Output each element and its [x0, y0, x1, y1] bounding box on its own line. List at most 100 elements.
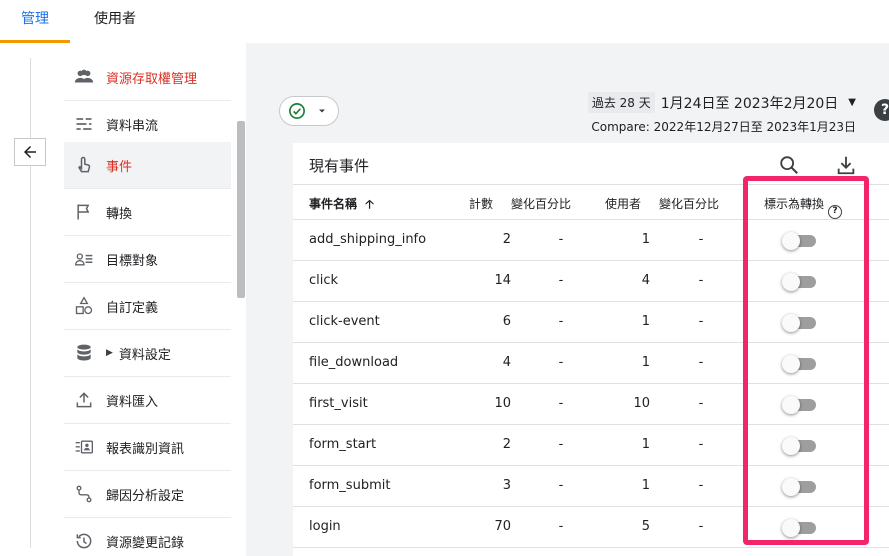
- sidebar-item-label: 自訂定義: [106, 300, 159, 316]
- help-icon[interactable]: ?: [874, 99, 889, 121]
- count-cell: 3: [502, 478, 511, 493]
- sidebar-item-access-management[interactable]: 資源存取權管理: [64, 54, 231, 101]
- column-header-users-change[interactable]: 變化百分比: [659, 195, 719, 212]
- back-button[interactable]: [14, 138, 46, 166]
- sidebar-item-label: 資源變更記錄: [106, 535, 185, 551]
- main-content: 過去 28 天 1月24日至 2023年2月20日 ▼ Compare: 202…: [246, 43, 889, 556]
- sidebar-item-data-streams[interactable]: 資料串流: [64, 101, 231, 148]
- count-change-cell: -: [558, 437, 564, 452]
- event-name-link[interactable]: click-event: [309, 314, 380, 329]
- count-cell: 14: [494, 273, 511, 288]
- table-row: first_visit 10 - 10 -: [293, 384, 889, 425]
- sidebar-item-audiences[interactable]: 目標對象: [64, 236, 231, 283]
- users-cell: 1: [641, 437, 650, 452]
- count-cell: 6: [502, 314, 511, 329]
- conversion-toggle[interactable]: [782, 519, 818, 537]
- card-title: 現有事件: [309, 157, 370, 175]
- count-cell: 70: [494, 519, 511, 534]
- users-cell: 1: [641, 314, 650, 329]
- users-change-cell: -: [698, 437, 704, 452]
- conversion-toggle[interactable]: [782, 437, 818, 455]
- table-row: file_download 4 - 1 -: [293, 343, 889, 384]
- admin-sidebar: 資源存取權管理 資料串流 事件 轉換 目標對象 自訂定義 ▶ 資料設定 資料匯入…: [64, 43, 246, 556]
- sidebar-item-events[interactable]: 事件: [64, 142, 231, 189]
- conversion-toggle[interactable]: [782, 273, 818, 291]
- comparison-status-chip[interactable]: [279, 96, 339, 126]
- search-icon[interactable]: [778, 154, 800, 176]
- help-icon[interactable]: ?: [828, 205, 843, 219]
- table-row: click 14 - 4 -: [293, 261, 889, 302]
- event-name-link[interactable]: click: [309, 273, 338, 288]
- event-name-link[interactable]: form_submit: [309, 478, 390, 493]
- sidebar-item-label: 資料設定: [118, 347, 171, 363]
- users-change-cell: -: [698, 314, 704, 329]
- conversion-toggle[interactable]: [782, 232, 818, 250]
- event-name-link[interactable]: form_start: [309, 437, 376, 452]
- users-cell: 1: [641, 355, 650, 370]
- users-cell: 5: [641, 519, 650, 534]
- column-header-users[interactable]: 使用者: [605, 195, 641, 212]
- sidebar-item-label: 目標對象: [106, 253, 159, 269]
- count-change-cell: -: [558, 355, 564, 370]
- sidebar-item-change-history[interactable]: 資源變更記錄: [64, 518, 231, 556]
- users-change-cell: -: [698, 273, 704, 288]
- conversion-toggle[interactable]: [782, 478, 818, 496]
- sidebar-item-attribution-settings[interactable]: 歸因分析設定: [64, 471, 231, 518]
- sidebar-item-reporting-identity[interactable]: 報表識別資訊: [64, 424, 231, 471]
- tab-admin-label: 管理: [21, 11, 49, 27]
- toggle-knob: [782, 396, 800, 414]
- conversion-toggle[interactable]: [782, 396, 818, 414]
- count-change-cell: -: [558, 519, 564, 534]
- table-row: click-event 6 - 1 -: [293, 302, 889, 343]
- sidebar-item-data-import[interactable]: 資料匯入: [64, 377, 231, 424]
- toggle-knob: [782, 519, 800, 537]
- event-name-link[interactable]: add_shipping_info: [309, 232, 426, 247]
- arrow-up-icon: 🡡: [365, 197, 374, 211]
- table-row: form_submit 3 - 1 -: [293, 466, 889, 507]
- column-header-label: 標示為轉換: [764, 197, 825, 211]
- tab-user-label: 使用者: [94, 11, 136, 27]
- column-header-count[interactable]: 計數: [469, 195, 493, 212]
- column-header-event-name[interactable]: 事件名稱 🡡: [309, 195, 374, 216]
- event-name-link[interactable]: login: [309, 519, 341, 534]
- toggle-knob: [782, 273, 800, 291]
- users-change-cell: -: [698, 478, 704, 493]
- count-change-cell: -: [558, 273, 564, 288]
- sidebar-item-custom-definitions[interactable]: 自訂定義: [64, 283, 231, 330]
- download-icon[interactable]: [835, 154, 857, 176]
- count-change-cell: -: [558, 314, 564, 329]
- toggle-knob: [782, 355, 800, 373]
- column-header-label: 事件名稱: [309, 197, 358, 211]
- sidebar-item-conversions[interactable]: 轉換: [64, 189, 231, 236]
- conversion-toggle[interactable]: [782, 355, 818, 373]
- sidebar-item-label: 資源存取權管理: [106, 71, 198, 87]
- sidebar-item-data-settings[interactable]: ▶ 資料設定: [64, 330, 231, 377]
- tab-user[interactable]: 使用者: [78, 0, 152, 43]
- streams-icon: [72, 112, 96, 136]
- users-cell: 1: [641, 232, 650, 247]
- upload-icon: [72, 388, 96, 412]
- users-change-cell: -: [698, 232, 704, 247]
- users-cell: 10: [633, 396, 650, 411]
- table-row: login 70 - 5 -: [293, 507, 889, 548]
- toggle-knob: [782, 478, 800, 496]
- arrow-left-icon: [24, 146, 36, 158]
- event-name-link[interactable]: first_visit: [309, 396, 368, 411]
- conversion-toggle[interactable]: [782, 314, 818, 332]
- event-name-link[interactable]: file_download: [309, 355, 398, 370]
- tab-admin[interactable]: 管理: [0, 0, 70, 43]
- count-cell: 10: [494, 396, 511, 411]
- compare-range-text: Compare: 2022年12月27日至 2023年1月23日: [591, 120, 856, 134]
- audience-icon: [72, 247, 96, 271]
- table-row: form_start 2 - 1 -: [293, 425, 889, 466]
- sidebar-item-label: 事件: [106, 159, 133, 175]
- users-change-cell: -: [698, 396, 704, 411]
- date-range-picker[interactable]: 過去 28 天 1月24日至 2023年2月20日 ▼ Compare: 202…: [587, 92, 856, 135]
- sidebar-item-label: 資料串流: [106, 118, 159, 134]
- sidebar-scrollbar[interactable]: [237, 121, 245, 298]
- count-cell: 2: [502, 437, 511, 452]
- table-row: add_shipping_info 2 - 1 -: [293, 220, 889, 261]
- column-header-count-change[interactable]: 變化百分比: [511, 195, 571, 212]
- sidebar-item-label: 資料匯入: [106, 394, 159, 410]
- toggle-knob: [782, 232, 800, 250]
